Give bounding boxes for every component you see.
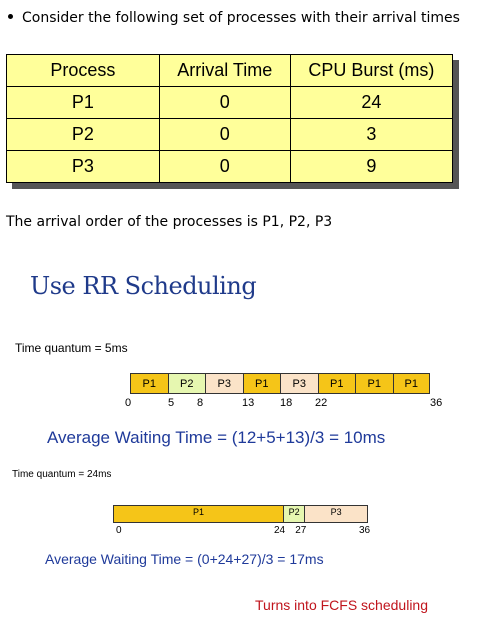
gantt-segment-p1: P1 [355, 373, 393, 394]
gantt-chart-quantum-24: P1 P2 P3 [113, 505, 368, 523]
header-process: Process [6, 54, 160, 87]
gantt-tick-label: 22 [315, 397, 328, 409]
gantt-chart-quantum-5: P1 P2 P3 P1 P3 P1 P1 P1 [130, 373, 430, 394]
table-row: P1 0 24 [6, 86, 454, 119]
table-header-row: Process Arrival Time CPU Burst (ms) [6, 54, 454, 87]
gantt-tick-label: 8 [197, 397, 204, 409]
table-row: P3 0 9 [6, 150, 454, 183]
time-quantum-5-label: Time quantum = 5ms [15, 341, 128, 355]
header-cpu-burst: CPU Burst (ms) [289, 54, 454, 87]
gantt-segment-p1: P1 [113, 505, 283, 523]
gantt-tick-label: 24 [274, 525, 286, 536]
gantt-tick-label: 27 [295, 525, 307, 536]
process-table: Process Arrival Time CPU Burst (ms) P1 0… [6, 54, 454, 183]
gantt-segment-p3: P3 [304, 505, 368, 523]
arrival-order-text: The arrival order of the processes is P1… [6, 214, 333, 230]
process-cell: P3 [6, 150, 160, 183]
gantt-segment-p3: P3 [280, 373, 318, 394]
arrival-cell: 0 [158, 86, 291, 119]
header-arrival-time: Arrival Time [158, 54, 291, 87]
gantt-tick-label: 0 [116, 525, 122, 536]
average-waiting-time-24: Average Waiting Time = (0+24+27)/3 = 17m… [45, 551, 324, 567]
gantt-tick-label: 36 [359, 525, 371, 536]
intro-bullet: Consider the following set of processes … [6, 10, 460, 26]
bullet-icon [8, 14, 13, 19]
gantt-segment-p2: P2 [283, 505, 305, 523]
arrival-cell: 0 [158, 150, 291, 183]
gantt-segment-p1: P1 [130, 373, 168, 394]
intro-text: Consider the following set of processes … [22, 10, 460, 26]
gantt-tick-label: 13 [242, 397, 255, 409]
gantt-tick-label: 0 [125, 397, 132, 409]
rr-scheduling-title: Use RR Scheduling [30, 272, 257, 300]
gantt-segment-p1: P1 [242, 373, 280, 394]
burst-cell: 24 [289, 86, 454, 119]
gantt-segment-p1: P1 [392, 373, 430, 394]
time-quantum-24-label: Time quantum = 24ms [12, 469, 112, 480]
gantt-tick-label: 5 [168, 397, 175, 409]
process-cell: P1 [6, 86, 160, 119]
gantt-segment-p3: P3 [205, 373, 243, 394]
gantt-segment-p1: P1 [317, 373, 355, 394]
process-cell: P2 [6, 118, 160, 151]
average-waiting-time-5: Average Waiting Time = (12+5+13)/3 = 10m… [47, 428, 386, 447]
burst-cell: 3 [289, 118, 454, 151]
gantt-segment-p2: P2 [167, 373, 205, 394]
arrival-cell: 0 [158, 118, 291, 151]
burst-cell: 9 [289, 150, 454, 183]
fcfs-note: Turns into FCFS scheduling [255, 597, 428, 613]
gantt-tick-label: 18 [280, 397, 293, 409]
gantt-tick-label: 36 [430, 397, 443, 409]
table-row: P2 0 3 [6, 118, 454, 151]
